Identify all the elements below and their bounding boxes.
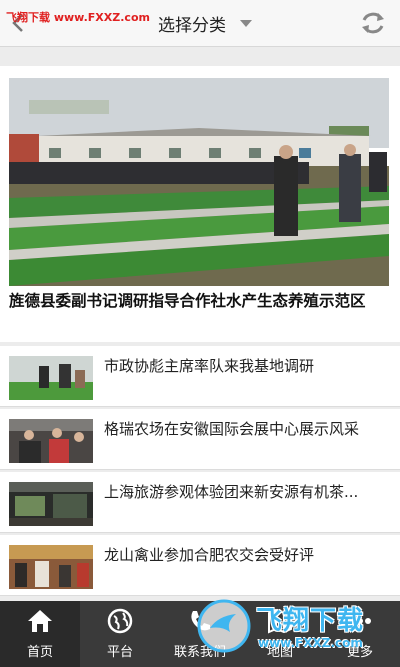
top-bar: 飞翔下载 www.FXXZ.com 选择分类 (0, 0, 400, 47)
list-item[interactable]: 市政协彪主席率队来我基地调研 (0, 346, 400, 407)
nav-contact[interactable]: 联系我们 (160, 601, 240, 667)
list-item[interactable]: 龙山禽业参加合肥农交会受好评 (0, 535, 400, 596)
nav-label: 首页 (26, 645, 53, 660)
nav-platform[interactable]: 平台 (80, 601, 160, 667)
phone-icon (186, 607, 214, 635)
nav-label: 更多 (346, 645, 373, 660)
news-title: 上海旅游参观体验团来新安源有机茶... (104, 483, 359, 501)
refresh-icon (362, 12, 384, 34)
nav-label: 平台 (106, 645, 133, 660)
list-item[interactable]: 格瑞农场在安徽国际会展中心展示风采 (0, 409, 400, 470)
nav-home[interactable]: 首页 (0, 601, 80, 667)
nav-more[interactable]: 更多 (320, 601, 400, 667)
news-thumbnail (9, 545, 93, 589)
globe-icon (106, 607, 134, 635)
featured-image (9, 78, 389, 286)
news-title: 格瑞农场在安徽国际会展中心展示风采 (104, 420, 360, 438)
list-item[interactable]: 上海旅游参观体验团来新安源有机茶... (0, 472, 400, 533)
featured-title: 旌德县委副书记调研指导合作社水产生态养殖示范区 (9, 292, 366, 310)
bottom-nav: 首页 平台 联系我们 地图 更多 (0, 601, 400, 667)
home-icon (26, 607, 54, 635)
map-icon (266, 607, 294, 635)
news-thumbnail (9, 419, 93, 463)
news-list: 市政协彪主席率队来我基地调研 格瑞农场在安徽国际会展中心展示风采 上海旅游参观体… (0, 346, 400, 598)
watermark-top: 飞翔下载 www.FXXZ.com (6, 11, 150, 24)
nav-label: 联系我们 (173, 645, 226, 660)
news-title: 龙山禽业参加合肥农交会受好评 (104, 546, 315, 564)
featured-article[interactable]: 旌德县委副书记调研指导合作社水产生态养殖示范区 (0, 66, 400, 342)
news-title: 市政协彪主席率队来我基地调研 (104, 357, 315, 375)
chevron-down-icon (240, 19, 252, 27)
refresh-button[interactable] (358, 8, 388, 38)
category-label: 选择分类 (158, 15, 226, 36)
news-thumbnail (9, 356, 93, 400)
more-icon (346, 607, 374, 635)
nav-label: 地图 (266, 645, 293, 660)
nav-map[interactable]: 地图 (240, 601, 320, 667)
news-thumbnail (9, 482, 93, 526)
category-dropdown[interactable]: 选择分类 (158, 0, 252, 46)
